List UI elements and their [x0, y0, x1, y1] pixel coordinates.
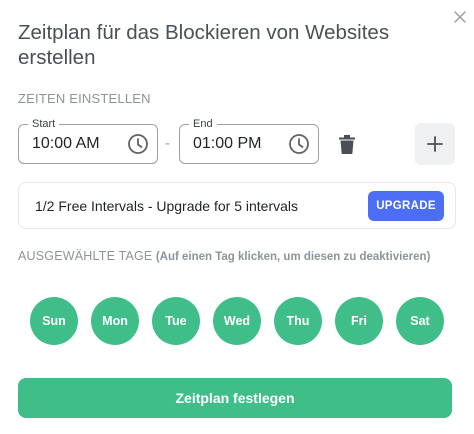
end-time-field[interactable]: End 01:00 PM — [179, 117, 319, 164]
day-toggle-wed[interactable]: Wed — [213, 297, 261, 345]
day-toggle-sat[interactable]: Sat — [396, 297, 444, 345]
day-selector: Sun Mon Tue Wed Thu Fri Sat — [30, 297, 444, 345]
trash-icon[interactable] — [336, 133, 358, 155]
start-time-field[interactable]: Start 10:00 AM — [18, 117, 158, 164]
dialog-title: Zeitplan für das Blockieren von Websites… — [18, 21, 390, 69]
add-interval-button[interactable] — [415, 123, 455, 165]
upgrade-banner: 1/2 Free Intervals - Upgrade for 5 inter… — [18, 182, 456, 229]
end-time-label: End — [189, 117, 217, 131]
days-section-hint: (Auf einen Tag klicken, um diesen zu dea… — [155, 251, 431, 263]
start-time-value: 10:00 AM — [32, 135, 100, 152]
end-time-value: 01:00 PM — [193, 135, 262, 152]
day-toggle-tue[interactable]: Tue — [152, 297, 200, 345]
times-section-label: ZEITEN EINSTELLEN — [18, 91, 151, 106]
upgrade-button[interactable]: UPGRADE — [368, 190, 444, 221]
days-section-title: AUSGEWÄHLTE TAGE — [18, 249, 153, 263]
day-toggle-thu[interactable]: Thu — [274, 297, 322, 345]
set-schedule-button[interactable]: Zeitplan festlegen — [18, 378, 452, 418]
day-toggle-sun[interactable]: Sun — [30, 297, 78, 345]
time-separator: - — [165, 135, 170, 152]
day-toggle-mon[interactable]: Mon — [91, 297, 139, 345]
schedule-dialog: Zeitplan für das Blockieren von Websites… — [0, 0, 474, 434]
start-time-label: Start — [28, 117, 60, 131]
close-icon[interactable] — [449, 6, 471, 28]
day-toggle-fri[interactable]: Fri — [335, 297, 383, 345]
clock-icon[interactable] — [127, 133, 149, 155]
upgrade-banner-text: 1/2 Free Intervals - Upgrade for 5 inter… — [35, 197, 299, 214]
days-section-label: AUSGEWÄHLTE TAGE (Auf einen Tag klicken,… — [18, 248, 438, 266]
plus-icon — [427, 136, 443, 152]
clock-icon[interactable] — [288, 133, 310, 155]
